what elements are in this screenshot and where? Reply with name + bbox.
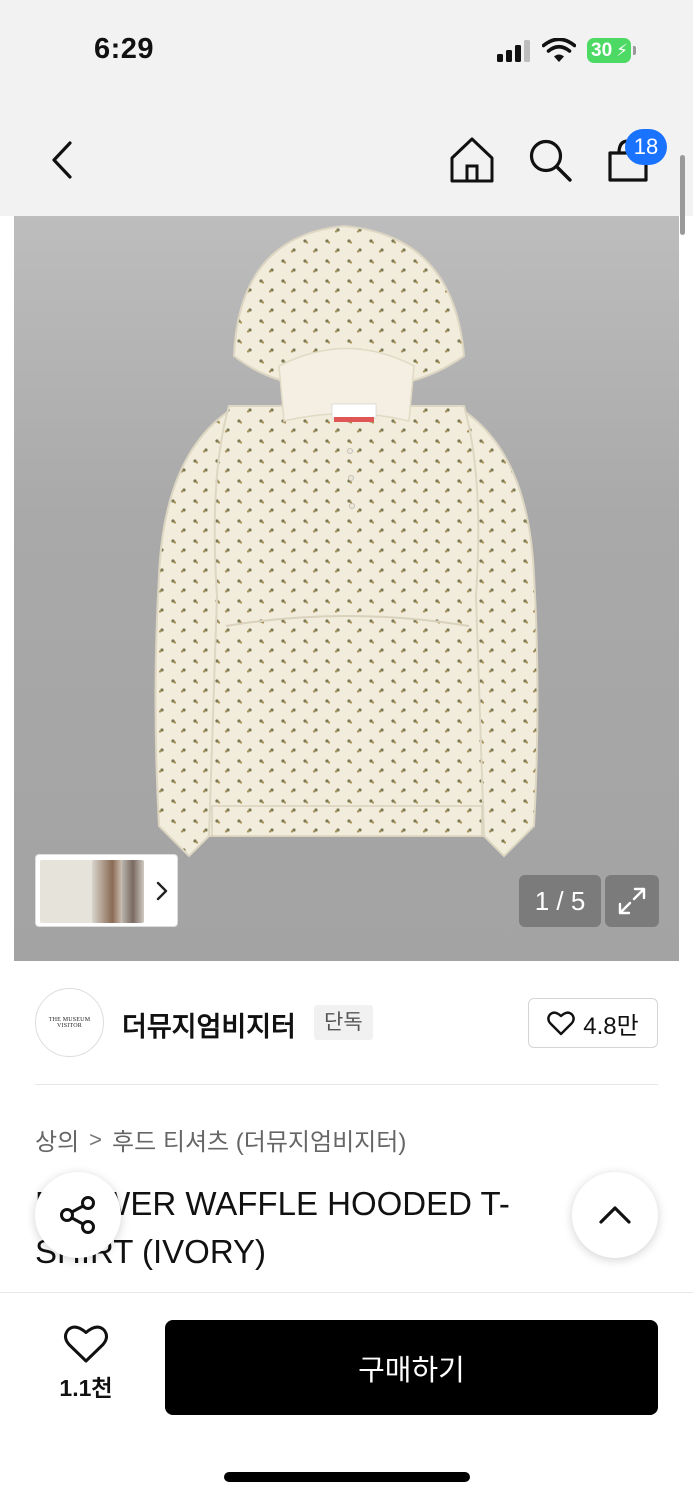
brand-logo-text: THE MUSEUM VISITOR: [48, 1016, 91, 1029]
brand-name[interactable]: 더뮤지엄비지터: [122, 1005, 296, 1044]
expand-icon: [618, 887, 646, 915]
home-button[interactable]: [446, 130, 498, 190]
chevron-right-icon[interactable]: [152, 873, 172, 909]
thumbnail-3[interactable]: [122, 860, 144, 923]
battery-charging-icon: 30 ⚡: [587, 38, 636, 63]
breadcrumb: 상의 > 후드 티셔츠 (더뮤지엄비지터): [35, 1122, 406, 1157]
brand-logo[interactable]: THE MUSEUM VISITOR: [35, 988, 104, 1057]
back-button[interactable]: [40, 130, 84, 190]
chevron-left-icon: [52, 141, 72, 179]
hoodie-photo: [154, 224, 539, 858]
thumbnail-2[interactable]: [92, 860, 126, 923]
thumbnail-strip[interactable]: [35, 854, 178, 927]
exclusive-tag: 단독: [314, 1005, 373, 1040]
share-icon: [60, 1196, 95, 1234]
bottom-action-bar: 1.1천 구매하기: [0, 1292, 693, 1500]
divider: [35, 1084, 658, 1085]
scroll-to-top-button[interactable]: [572, 1172, 658, 1258]
brand-like-count: 4.8만: [583, 1012, 639, 1040]
heart-icon: [547, 1011, 576, 1036]
expand-image-button[interactable]: [605, 875, 659, 927]
product-title: FLOWER WAFFLE HOODED T-SHIRT (IVORY): [35, 1185, 510, 1270]
search-icon: [529, 139, 572, 182]
brand-like-button[interactable]: 4.8만: [528, 998, 658, 1048]
cellular-signal-icon: [497, 40, 533, 62]
brand-row: THE MUSEUM VISITOR 더뮤지엄비지터 단독 4.8만: [0, 961, 693, 1085]
wishlist-button[interactable]: 1.1천: [46, 1323, 126, 1403]
status-bar: 6:29 30 ⚡: [0, 0, 693, 100]
thumbnail-1[interactable]: [40, 860, 97, 923]
image-page-counter: 1 / 5: [519, 875, 601, 927]
wishlist-count: 1.1천: [59, 1375, 113, 1401]
chevron-up-icon: [599, 1206, 631, 1224]
status-time: 6:29: [94, 33, 155, 65]
breadcrumb-category[interactable]: 상의: [35, 1122, 79, 1157]
scrollbar[interactable]: [680, 155, 685, 235]
product-image[interactable]: [14, 216, 679, 961]
search-button[interactable]: [524, 130, 576, 190]
buy-button[interactable]: 구매하기: [165, 1320, 658, 1415]
wifi-icon: [542, 38, 576, 62]
navigation-bar: [0, 100, 693, 216]
home-indicator[interactable]: [224, 1472, 470, 1482]
heart-icon: [64, 1325, 108, 1363]
cart-count-badge[interactable]: 18: [625, 129, 667, 165]
battery-level: 30: [591, 40, 613, 61]
breadcrumb-subcategory[interactable]: 후드 티셔츠 (더뮤지엄비지터): [112, 1122, 406, 1157]
breadcrumb-separator: >: [89, 1126, 103, 1152]
home-icon: [450, 137, 494, 183]
bolt-icon: ⚡: [616, 41, 628, 60]
share-button[interactable]: [35, 1172, 121, 1258]
